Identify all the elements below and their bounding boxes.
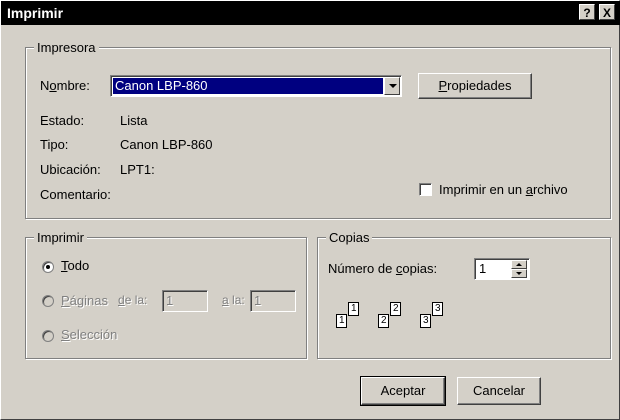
location-value: LPT1: (120, 162, 155, 177)
copies-group: Copias Número de copias: 1 1 1 2 2 3 3 (317, 230, 611, 359)
chevron-up-icon (516, 263, 522, 266)
print-to-file-label[interactable]: Imprimir en un archivo (439, 182, 568, 197)
printer-group: Impresora Nombre: Canon LBP-860 Propieda… (25, 40, 611, 219)
title-bar[interactable]: Imprimir ? X (1, 1, 620, 25)
chevron-down-icon (389, 84, 397, 88)
print-to-file-checkbox[interactable] (419, 183, 432, 196)
collate-page-front-3: 3 (432, 302, 443, 316)
comment-label: Comentario: (40, 187, 111, 202)
radio-pages-label[interactable]: Páginas (61, 293, 108, 308)
status-value: Lista (120, 113, 148, 128)
help-button[interactable]: ? (579, 4, 595, 20)
spinner-down-button[interactable] (511, 269, 527, 278)
collate-page-front-1: 1 (348, 302, 359, 316)
copies-count-spinner[interactable]: 1 (474, 258, 530, 280)
status-label: Estado: (40, 113, 85, 128)
copies-group-label: Copias (326, 230, 373, 245)
collate-page-front-2: 2 (390, 302, 401, 316)
collate-page-back-3: 3 (420, 314, 431, 328)
from-label: de la: (118, 293, 148, 307)
collate-page-back-1: 1 (336, 314, 347, 328)
from-page-input[interactable]: 1 (162, 290, 208, 312)
copies-count-label: Número de copias: (328, 261, 438, 276)
to-label: a la: (222, 293, 245, 307)
print-range-group-label: Imprimir (34, 230, 87, 245)
ok-button[interactable]: Aceptar (360, 376, 446, 406)
printer-name-combo[interactable]: Canon LBP-860 (110, 75, 402, 97)
name-label: Nombre: (40, 78, 90, 93)
radio-all-label[interactable]: Todo (61, 258, 89, 273)
print-dialog: Imprimir ? X Impresora Nombre: Canon LBP… (0, 0, 620, 420)
from-page-value: 1 (166, 293, 174, 308)
printer-group-label: Impresora (34, 40, 99, 55)
radio-all[interactable] (42, 261, 54, 273)
window-title: Imprimir (7, 5, 64, 21)
copies-count-value: 1 (479, 261, 487, 276)
to-page-value: 1 (254, 293, 262, 308)
collate-page-back-2: 2 (378, 314, 389, 328)
properties-button[interactable]: Propiedades (418, 73, 532, 99)
printer-name-value: Canon LBP-860 (113, 78, 383, 94)
type-label: Tipo: (40, 137, 69, 152)
radio-selected-dot (46, 265, 50, 269)
location-label: Ubicación: (40, 162, 101, 177)
combo-dropdown-button[interactable] (384, 77, 400, 95)
to-page-input[interactable]: 1 (250, 290, 296, 312)
radio-selection-label[interactable]: Selección (61, 327, 117, 342)
print-range-group: Imprimir Todo Páginas de la: 1 a la: 1 S… (25, 230, 307, 359)
spinner-up-button[interactable] (511, 260, 527, 269)
chevron-down-icon (516, 272, 522, 275)
radio-selection[interactable] (42, 330, 54, 342)
close-button[interactable]: X (599, 4, 615, 20)
type-value: Canon LBP-860 (120, 137, 213, 152)
radio-pages[interactable] (42, 295, 54, 307)
cancel-button[interactable]: Cancelar (457, 377, 541, 405)
